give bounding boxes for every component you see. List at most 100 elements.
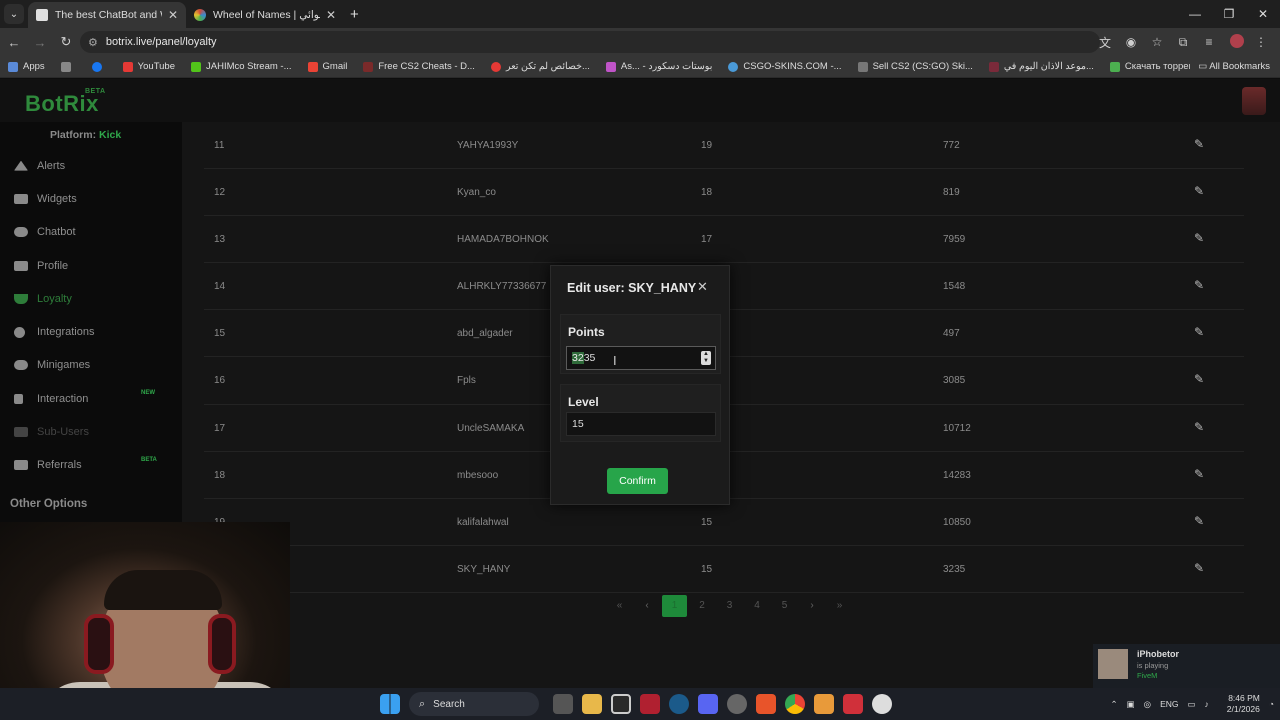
- windows-start-icon[interactable]: [380, 694, 400, 714]
- close-icon[interactable]: ✕: [326, 8, 336, 22]
- last-page-button[interactable]: »: [827, 595, 852, 617]
- bookmark-apps[interactable]: Apps: [8, 61, 45, 72]
- reload-button[interactable]: ↻: [54, 34, 78, 50]
- extensions-icon[interactable]: ⧉: [1172, 35, 1194, 50]
- number-spinner[interactable]: ▲ ▼: [701, 351, 711, 365]
- edit-icon[interactable]: ✎: [1194, 184, 1204, 198]
- edit-icon[interactable]: ✎: [1194, 514, 1204, 528]
- restore-button[interactable]: ❐: [1212, 0, 1246, 28]
- discord-icon[interactable]: [698, 694, 718, 714]
- address-bar[interactable]: ⚙ botrix.live/panel/loyalty: [80, 31, 1100, 53]
- volume-icon[interactable]: ♪: [1205, 699, 1209, 709]
- profile-avatar[interactable]: [1224, 33, 1246, 51]
- file-explorer-icon[interactable]: [582, 694, 602, 714]
- close-icon[interactable]: ✕: [168, 8, 178, 22]
- folder-icon: ▭: [1198, 61, 1210, 72]
- new-tab-button[interactable]: +: [350, 6, 359, 23]
- edit-icon[interactable]: ✎: [1194, 325, 1204, 339]
- points-input[interactable]: 3235 I ▲ ▼: [566, 346, 716, 370]
- edit-icon[interactable]: ✎: [1194, 372, 1204, 386]
- edit-icon[interactable]: ✎: [1194, 467, 1204, 481]
- language-indicator[interactable]: ENG: [1160, 699, 1178, 709]
- tray-app-icon[interactable]: ◎: [1144, 699, 1151, 710]
- sidebar-item-loyalty[interactable]: Loyalty: [0, 282, 182, 315]
- sidebar-item-minigames[interactable]: Minigames: [0, 349, 182, 382]
- back-button[interactable]: ←: [2, 35, 26, 50]
- chevron-up-icon[interactable]: ⌃: [1110, 699, 1117, 710]
- bookmarks-bar: Apps YouTube JAHIMco Stream -... Gmail F…: [0, 56, 1280, 78]
- minimize-button[interactable]: —: [1178, 0, 1212, 28]
- forward-button[interactable]: →: [28, 35, 52, 50]
- app-icon[interactable]: [727, 694, 747, 714]
- sidebar-item-referrals[interactable]: Referrals BETA: [0, 449, 182, 482]
- steam-icon[interactable]: [669, 694, 689, 714]
- bookmark-facebook[interactable]: [91, 61, 107, 72]
- bookmark-arabic-video[interactable]: خصائص لم تكن تعر...: [490, 61, 590, 72]
- obs-icon[interactable]: [872, 694, 892, 714]
- bookmark-cheats[interactable]: Free CS2 Cheats - D...: [363, 61, 475, 72]
- bookmark-grid[interactable]: [60, 61, 76, 72]
- bookmark-youtube[interactable]: YouTube: [122, 61, 175, 72]
- sidebar-item-profile[interactable]: Profile: [0, 249, 182, 282]
- page-button-5[interactable]: 5: [772, 595, 797, 617]
- taskbar-search[interactable]: ⌕ Search: [409, 692, 539, 716]
- chrome-icon[interactable]: [785, 694, 805, 714]
- page-button-4[interactable]: 4: [745, 595, 770, 617]
- activity-notification[interactable]: iPhobetor is playing FiveM: [1093, 644, 1280, 688]
- task-view-icon[interactable]: [553, 694, 573, 714]
- bookmark-discord-posts[interactable]: As... - بوستات دسكورد: [605, 61, 712, 72]
- avatar[interactable]: [1242, 87, 1266, 115]
- app-header: BotRix BETA: [0, 79, 1280, 122]
- page-button-2[interactable]: 2: [690, 595, 715, 617]
- sidebar-item-sub-users[interactable]: Sub-Users: [0, 415, 182, 448]
- app-icon[interactable]: [843, 694, 863, 714]
- prev-page-button[interactable]: ‹: [635, 595, 660, 617]
- sidebar-item-alerts[interactable]: Alerts: [0, 149, 182, 182]
- botrix-logo[interactable]: BotRix BETA: [25, 88, 105, 117]
- first-page-button[interactable]: «: [607, 595, 632, 617]
- edit-icon[interactable]: ✎: [1194, 137, 1204, 151]
- edit-icon[interactable]: ✎: [1194, 561, 1204, 575]
- menu-icon[interactable]: ⋮: [1250, 35, 1272, 49]
- bookmark-kick[interactable]: JAHIMco Stream -...: [191, 61, 292, 72]
- network-icon[interactable]: ▭: [1187, 699, 1195, 710]
- media-icon[interactable]: ≡: [1198, 35, 1220, 49]
- notifications-icon[interactable]: ◔: [1269, 699, 1274, 709]
- sidebar-item-widgets[interactable]: Widgets: [0, 182, 182, 215]
- level-label: Level: [568, 395, 599, 409]
- eye-off-icon[interactable]: ◉: [1120, 35, 1142, 49]
- close-icon[interactable]: ✕: [697, 279, 708, 295]
- toolbar-actions: 文 ◉ ☆ ⧉ ≡ ⋮: [1090, 28, 1272, 56]
- bookmark-prayer-time[interactable]: موعد الاذان اليوم في...: [988, 61, 1094, 72]
- site-info-icon[interactable]: ⚙: [88, 36, 98, 49]
- confirm-button[interactable]: Confirm: [607, 468, 668, 494]
- tray-app-icon[interactable]: ▣: [1127, 699, 1135, 710]
- edit-icon[interactable]: ✎: [1194, 231, 1204, 245]
- star-icon[interactable]: ☆: [1146, 35, 1168, 49]
- close-window-button[interactable]: ✕: [1246, 0, 1280, 28]
- tab-search-button[interactable]: ⌄: [4, 4, 24, 24]
- edit-icon[interactable]: ✎: [1194, 278, 1204, 292]
- sidebar-item-chatbot[interactable]: Chatbot: [0, 216, 182, 249]
- browser-tab-wheel[interactable]: Wheel of Names | اسم العشوائي ✕: [186, 2, 344, 28]
- clock[interactable]: 8:46 PM 2/1/2026: [1218, 693, 1260, 715]
- brave-icon[interactable]: [756, 694, 776, 714]
- game-app-icon[interactable]: [640, 694, 660, 714]
- apps-grid-icon: [8, 61, 18, 72]
- page-button-1[interactable]: 1: [662, 595, 687, 617]
- bookmark-gmail[interactable]: Gmail: [307, 61, 347, 72]
- all-bookmarks-button[interactable]: ▭ All Bookmarks: [1190, 56, 1270, 77]
- edit-icon[interactable]: ✎: [1194, 420, 1204, 434]
- translate-icon[interactable]: 文: [1094, 34, 1116, 51]
- level-input[interactable]: 15: [566, 412, 716, 436]
- sidebar-item-interaction[interactable]: Interaction NEW: [0, 382, 182, 415]
- bookmark-csgo-skins[interactable]: CSGO-SKINS.COM -...: [728, 61, 842, 72]
- next-page-button[interactable]: ›: [800, 595, 825, 617]
- browser-tab-botrix[interactable]: The best ChatBot and Widgets ✕: [28, 2, 186, 28]
- bookmark-sell-cs2[interactable]: Sell CS2 (CS:GO) Ski...: [857, 61, 973, 72]
- g-app-icon[interactable]: [611, 694, 631, 714]
- page-button-3[interactable]: 3: [717, 595, 742, 617]
- sidebar-item-integrations[interactable]: Integrations: [0, 315, 182, 348]
- browser-tab-strip: ⌄ The best ChatBot and Widgets ✕ Wheel o…: [0, 0, 1280, 28]
- app-icon[interactable]: [814, 694, 834, 714]
